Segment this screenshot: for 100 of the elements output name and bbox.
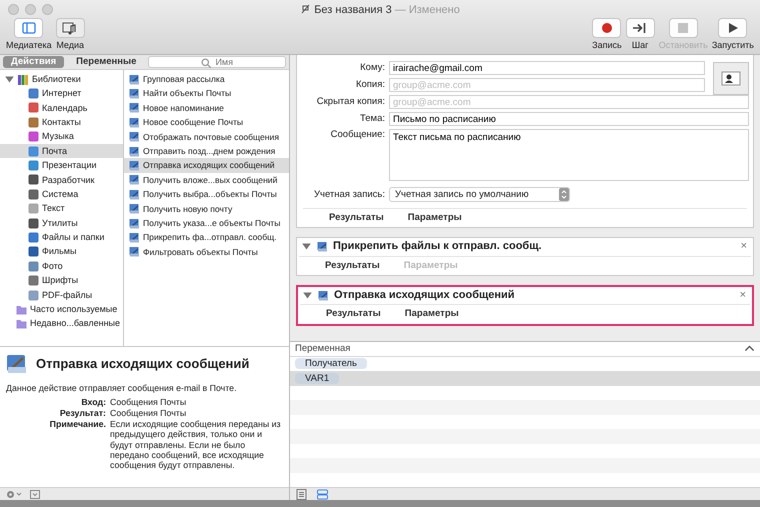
mail-icon xyxy=(129,218,140,229)
contacts-button[interactable] xyxy=(713,62,749,94)
field-label: Сообщение: xyxy=(330,129,385,140)
library-item[interactable]: Шрифты xyxy=(0,273,123,288)
category-icon xyxy=(28,102,39,114)
mail-icon xyxy=(318,290,329,302)
library-item[interactable]: Контакты xyxy=(0,115,123,130)
toolbar-button[interactable]: Медиатека xyxy=(6,18,52,51)
library-tree-item[interactable]: Библиотеки xyxy=(0,72,123,86)
library-item[interactable]: Текст xyxy=(0,202,123,216)
field-label: Тема: xyxy=(358,113,385,125)
category-icon xyxy=(28,131,39,142)
input-field[interactable]: group@acme.com xyxy=(389,95,749,109)
action-item[interactable]: Отправить позд...днем рождения xyxy=(124,144,289,158)
field-value: Сообщения Почты xyxy=(110,408,188,418)
mail-icon xyxy=(129,203,140,214)
mail-icon xyxy=(129,146,140,157)
close-button[interactable]: × xyxy=(740,241,747,252)
library-item[interactable]: Система xyxy=(0,187,123,202)
action-item[interactable]: Фильтровать объекты Почты xyxy=(124,244,289,260)
field-value: Сообщения Почты xyxy=(110,397,188,408)
field-value: Если исходящие сообщения переданы из предыдущего действия, только они и будут отправлены. Если не было передано сообщений, все исходящие сообщения будут отправлены. xyxy=(110,419,282,470)
category-icon xyxy=(28,146,39,157)
input-field[interactable]: irairache@gmail.com xyxy=(389,61,705,75)
library-item[interactable]: Утилиты xyxy=(0,216,123,230)
mail-icon xyxy=(129,188,140,200)
mail-icon xyxy=(129,131,140,142)
gear-icon[interactable] xyxy=(6,490,22,498)
field-label: Скрытая копия: xyxy=(316,96,385,108)
search-icon xyxy=(201,58,212,69)
variable-row[interactable]: VAR1 xyxy=(290,371,760,386)
library-item[interactable]: Фото xyxy=(0,259,123,274)
field-label: Учетная запись: xyxy=(312,188,385,200)
mail-icon xyxy=(129,160,140,172)
category-icon xyxy=(28,160,39,172)
variable-row[interactable]: Получатель xyxy=(290,356,760,371)
field-label: Копия: xyxy=(354,79,385,91)
library-item[interactable]: Почта xyxy=(0,144,123,158)
input-field[interactable]: Письмо по расписанию xyxy=(389,112,749,126)
window-title: Без названия 3 xyxy=(314,4,392,16)
category-icon xyxy=(28,218,39,229)
action-item[interactable]: Получить вложе...вых сообщений xyxy=(124,172,289,188)
action-item[interactable]: Получить новую почту xyxy=(124,202,289,216)
action-item[interactable]: Получить указа...е объекты Почты xyxy=(124,216,289,230)
action-item[interactable]: Новое сообщение Почты xyxy=(124,115,289,130)
sort-caret-icon[interactable] xyxy=(744,343,755,354)
library-item[interactable]: PDF-файлы xyxy=(0,288,123,302)
library-item[interactable]: Файлы и папки xyxy=(0,230,123,245)
segment-tab[interactable]: Переменные xyxy=(68,56,144,68)
step-icon xyxy=(632,21,648,35)
action-item[interactable]: Новое напоминание xyxy=(124,100,289,116)
library-item[interactable]: Интернет xyxy=(0,86,123,101)
input-field[interactable]: group@acme.com xyxy=(389,78,705,92)
search-field[interactable]: Имя xyxy=(148,56,286,68)
category-icon xyxy=(28,203,39,214)
card-tab[interactable]: Параметры xyxy=(408,212,462,224)
category-icon xyxy=(28,188,39,200)
list-view-icon[interactable] xyxy=(296,488,307,500)
close-button[interactable]: × xyxy=(740,290,746,302)
action-item[interactable]: Получить выбра...объекты Почты xyxy=(124,187,289,202)
stepper-icon xyxy=(559,188,569,201)
column-header: Переменная xyxy=(295,342,350,354)
action-item[interactable]: Найти объекты Почты xyxy=(124,86,289,101)
collapse-icon[interactable] xyxy=(30,490,40,498)
folder-icon xyxy=(16,318,27,330)
category-icon xyxy=(28,232,39,243)
library-item[interactable]: Фильмы xyxy=(0,244,123,260)
account-select[interactable]: Учетная запись по умолчанию xyxy=(389,187,570,202)
expanded-triangle-icon[interactable] xyxy=(4,74,15,85)
action-card[interactable]: Отправка исходящих сообщений × Результаты Параметры xyxy=(296,284,754,326)
message-field[interactable]: Текст письма по расписанию xyxy=(389,129,749,181)
smart-folder-item[interactable]: Недавно...бавленные xyxy=(0,316,123,332)
card-tab[interactable]: Параметры xyxy=(404,308,459,320)
folder-icon xyxy=(16,304,27,315)
field-label: Вход: xyxy=(80,397,106,408)
mail-icon xyxy=(129,74,140,85)
card-tab[interactable]: Результаты xyxy=(326,308,381,320)
action-item[interactable]: Групповая рассылка xyxy=(124,72,289,86)
action-item[interactable]: Отображать почтовые сообщения xyxy=(124,130,289,144)
field-label: Результат: xyxy=(58,408,106,418)
action-item[interactable]: Прикрепить фа...отправл. сообщ. xyxy=(124,230,289,245)
split-view-icon[interactable] xyxy=(317,488,328,500)
action-item[interactable]: Отправка исходящих сообщений xyxy=(124,158,289,173)
books-icon xyxy=(18,74,29,85)
card-tab[interactable]: Результаты xyxy=(325,260,380,271)
mail-icon xyxy=(129,102,140,114)
action-title: Отправка исходящих сообщений xyxy=(334,288,516,302)
action-title: Прикрепить файлы к отправл. сообщ. xyxy=(333,240,543,254)
card-tab[interactable]: Результаты xyxy=(329,212,384,224)
mail-icon xyxy=(129,174,140,186)
smart-folder-item[interactable]: Часто используемые xyxy=(0,302,123,317)
category-icon xyxy=(28,290,39,301)
library-item[interactable]: Календарь xyxy=(0,100,123,116)
mail-icon xyxy=(129,232,140,243)
toolbar-button[interactable]: Запустить xyxy=(712,18,754,51)
library-item[interactable]: Разработчик xyxy=(0,172,123,188)
library-item[interactable]: Музыка xyxy=(0,130,123,144)
sidebar-icon xyxy=(20,21,37,35)
mail-icon xyxy=(129,88,140,100)
library-item[interactable]: Презентации xyxy=(0,158,123,173)
